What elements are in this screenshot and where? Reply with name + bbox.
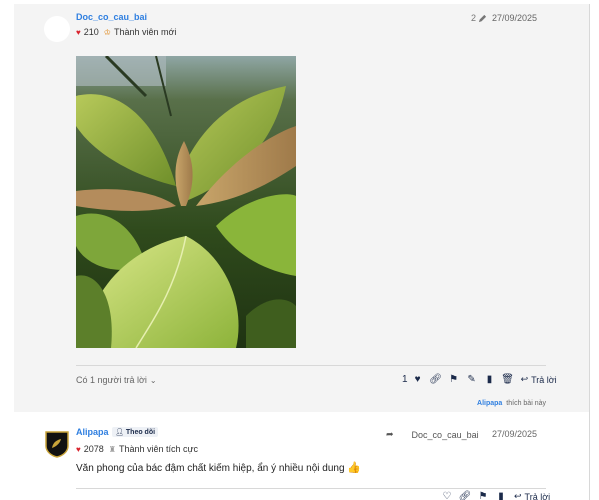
post-1-user-meta: ♥ 210 ♔ Thành viên mới bbox=[76, 27, 176, 37]
edit-count: 2 bbox=[471, 13, 477, 23]
likes-suffix: thích bài này bbox=[506, 400, 546, 407]
pencil-icon bbox=[478, 14, 487, 22]
reply-label: Trả lời bbox=[524, 491, 551, 500]
reply-label: Trả lời bbox=[531, 374, 557, 385]
rank-icon: ♔ bbox=[103, 27, 111, 37]
post-1-actions: 1 ♥ 🔗︎ ⚑ ✎ ▮ 🗑︎ ↩ Trả lời bbox=[402, 374, 557, 385]
chevron-down-icon: ⌄ bbox=[149, 375, 157, 385]
follow-label: Theo dõi bbox=[125, 428, 156, 436]
user-likes-count: 2078 bbox=[83, 444, 104, 454]
heart-icon[interactable]: ♡ bbox=[438, 491, 456, 500]
bookmark-icon[interactable]: ▮ bbox=[492, 491, 510, 500]
flag-icon[interactable]: ⚑ bbox=[445, 374, 463, 385]
heart-icon: ♥ bbox=[76, 444, 81, 454]
post-2-username[interactable]: Alipapa bbox=[76, 427, 109, 437]
reply-arrow-icon: ➦ bbox=[386, 429, 394, 439]
reply-icon: ↩ bbox=[520, 374, 529, 384]
post-1-date[interactable]: 27/09/2025 bbox=[492, 13, 537, 23]
replies-label: Có 1 người trả lời bbox=[76, 375, 147, 385]
post-2-date[interactable]: 27/09/2025 bbox=[492, 429, 537, 439]
reply-button[interactable]: ↩ Trả lời bbox=[514, 491, 550, 500]
edit-icon[interactable]: ✎ bbox=[463, 374, 481, 385]
trash-icon[interactable]: 🗑︎ bbox=[499, 374, 517, 385]
post-2-user-meta: ♥ 2078 ♜ Thành viên tích cực bbox=[76, 444, 198, 454]
flag-icon[interactable]: ⚑ bbox=[474, 491, 492, 500]
heart-icon: ♥ bbox=[76, 27, 81, 37]
avatar[interactable] bbox=[44, 430, 70, 458]
follow-user-icon: 👤︎ bbox=[115, 429, 124, 436]
like-count[interactable]: 1 bbox=[402, 374, 408, 385]
link-icon[interactable]: 🔗︎ bbox=[456, 491, 474, 500]
likes-summary: Alipapa thích bài này bbox=[477, 400, 546, 407]
rank-icon: ♜ bbox=[108, 444, 116, 454]
post-2-content: Văn phong của bác đậm chất kiếm hiệp, ẩn… bbox=[76, 461, 361, 474]
divider bbox=[76, 365, 546, 366]
bookmark-icon[interactable]: ▮ bbox=[481, 374, 499, 385]
lamborghini-logo bbox=[45, 431, 69, 458]
replies-toggle[interactable]: Có 1 người trả lời ⌄ bbox=[76, 375, 157, 385]
timeline-rule bbox=[589, 4, 590, 500]
avocado-plant-photo bbox=[76, 56, 296, 348]
user-rank-label: Thành viên mới bbox=[113, 27, 177, 37]
reply-button[interactable]: ↩ Trả lời bbox=[521, 374, 557, 385]
reply-icon: ↩ bbox=[514, 491, 522, 500]
link-icon[interactable]: 🔗︎ bbox=[427, 374, 445, 385]
heart-icon[interactable]: ♥ bbox=[409, 374, 427, 385]
avatar[interactable] bbox=[44, 16, 70, 42]
thumbs-up-emoji: 👍 bbox=[347, 462, 362, 474]
user-likes-count: 210 bbox=[83, 27, 99, 37]
liker-username[interactable]: Alipapa bbox=[477, 400, 502, 407]
post-1-username[interactable]: Doc_co_cau_bai bbox=[76, 12, 147, 22]
edit-history-indicator[interactable]: 2 bbox=[471, 13, 487, 23]
post-image[interactable] bbox=[76, 56, 296, 348]
follow-button[interactable]: 👤︎ Theo dõi bbox=[112, 427, 159, 437]
post-2-text: Văn phong của bác đậm chất kiếm hiệp, ẩn… bbox=[76, 463, 345, 474]
divider bbox=[76, 488, 546, 489]
user-rank-label: Thành viên tích cực bbox=[118, 444, 199, 454]
reply-to-user: Doc_co_cau_bai bbox=[411, 429, 479, 440]
post-2-actions: ♡ 🔗︎ ⚑ ▮ ↩ Trả lời bbox=[438, 491, 551, 500]
reply-to-indicator[interactable]: ➦ Doc_co_cau_bai bbox=[386, 429, 479, 440]
